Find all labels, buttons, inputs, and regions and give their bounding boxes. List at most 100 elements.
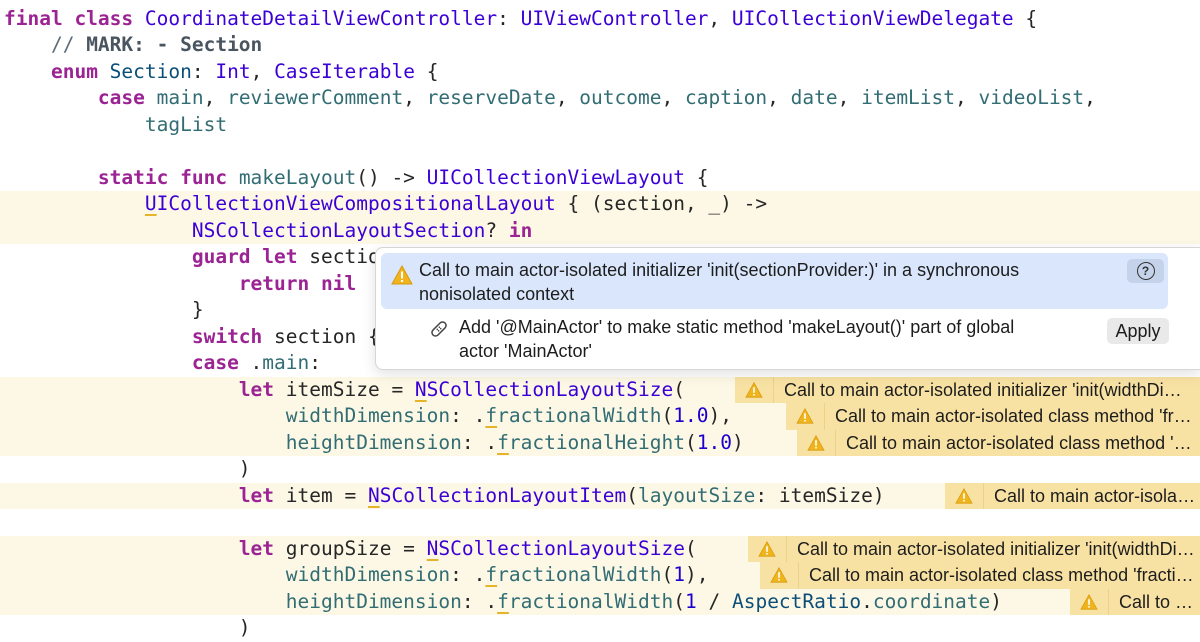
code-line[interactable]: widthDimension: .fractionalWidth(1), Call… — [0, 562, 1200, 589]
code-line[interactable]: let item = NSCollectionLayoutItem(layout… — [0, 482, 1200, 509]
code-token: () -> — [356, 165, 427, 189]
code-token: case — [97, 86, 157, 109]
code-token: ( — [626, 483, 639, 507]
inline-warning-annotation[interactable]: Call to main actor-isolated initializer … — [748, 535, 1200, 562]
code-line[interactable]: ) — [0, 456, 1200, 483]
code-text: ) — [4, 456, 251, 483]
code-token: 1 — [673, 563, 685, 586]
code-text: ) — [4, 615, 251, 642]
code-token: , — [250, 59, 275, 83]
code-line[interactable]: let itemSize = NSCollectionLayoutSize( Ca… — [0, 376, 1200, 404]
code-token: ) — [4, 457, 251, 480]
code-token: N — [367, 483, 380, 507]
code-token: // — [4, 33, 87, 56]
apply-fix-button[interactable]: Apply — [1107, 318, 1169, 344]
code-line[interactable]: final class CoordinateDetailViewControll… — [0, 6, 1200, 33]
divider — [824, 403, 825, 430]
code-token: section { — [274, 324, 380, 348]
warning-icon — [945, 487, 983, 504]
code-token: main — [262, 351, 310, 374]
code-text: UICollectionViewCompositionalLayout { (s… — [4, 191, 767, 218]
inline-warning-annotation[interactable]: Call to main actor-isolated class method… — [797, 429, 1200, 456]
code-line[interactable]: enum Section: Int, CaseIterable { — [0, 59, 1200, 86]
code-line[interactable]: let groupSize = NSCollectionLayoutSize( C… — [0, 535, 1200, 563]
code-text: tagList — [4, 112, 227, 139]
inline-warning-annotation[interactable]: Call to main actor-isolated initializer … — [735, 376, 1200, 403]
code-token: : itemSize) — [755, 483, 885, 507]
inline-warning-annotation[interactable]: Call to main actor-isolated class method… — [760, 562, 1200, 589]
code-line[interactable]: ) — [0, 615, 1200, 642]
code-text: switch section { — [4, 324, 380, 351]
warning-message: Call to main actor-isolated class method… — [1119, 591, 1200, 612]
code-token: heightDimension — [285, 430, 462, 454]
code-token: ) — [4, 616, 251, 639]
inline-warning-annotation[interactable]: Call to main actor-isolated class method… — [786, 403, 1200, 430]
issue-message-line-1: Call to main actor-isolated initializer … — [419, 260, 1020, 280]
code-token: tagList — [144, 112, 228, 136]
code-line[interactable]: NSCollectionLayoutSection? in — [0, 217, 1200, 244]
code-token: static func — [97, 165, 239, 189]
code-text: case .main: — [4, 350, 321, 377]
code-text: case main, reviewerComment, reserveDate,… — [4, 85, 1096, 112]
code-token: , — [837, 86, 862, 109]
code-line[interactable]: widthDimension: .fractionalWidth(1.0), Ca… — [0, 403, 1200, 430]
code-token: CaseIterable — [274, 59, 415, 83]
fix-it-bandage-icon — [429, 319, 449, 344]
code-token: itemSize = — [285, 377, 415, 401]
code-token: SCollectionLayoutItem — [379, 483, 627, 507]
code-text: // MARK: - Section — [4, 32, 262, 59]
inline-warning-annotation[interactable]: Call to main actor-isolated initializer … — [945, 482, 1200, 509]
divider — [786, 535, 787, 562]
code-token: final class — [4, 6, 145, 30]
code-token: ( — [684, 430, 697, 454]
code-line[interactable]: // MARK: - Section — [0, 32, 1200, 59]
code-text: widthDimension: .fractionalWidth(1), — [4, 562, 709, 589]
code-line[interactable]: heightDimension: .fractionalWidth(1 / As… — [0, 588, 1200, 615]
warning-icon — [391, 264, 413, 290]
code-line[interactable]: tagList — [0, 112, 1200, 139]
inline-warning-annotation[interactable]: Call to main actor-isolated class method… — [1070, 588, 1200, 615]
code-token: . — [250, 351, 263, 374]
code-token: ( — [661, 404, 674, 427]
code-token: { (section, _) -> — [555, 192, 768, 215]
code-token: ractionalWidth — [497, 404, 662, 427]
issue-message-line-2: nonisolated context — [419, 284, 575, 304]
code-token: : . — [461, 589, 498, 613]
code-token: videoList — [978, 86, 1085, 109]
code-token: f — [485, 563, 498, 586]
code-token: : — [497, 6, 521, 30]
code-token: caption — [684, 86, 768, 109]
code-token: in — [508, 218, 533, 242]
help-button[interactable]: ? — [1127, 259, 1164, 283]
divider — [773, 376, 774, 403]
code-token: : — [191, 59, 216, 83]
warning-icon — [748, 540, 786, 557]
code-token: AspectRatio — [731, 589, 862, 613]
code-token: ( — [673, 377, 685, 401]
code-line[interactable] — [0, 138, 1200, 165]
fix-it-row[interactable]: Add '@MainActor' to make static method '… — [381, 312, 1169, 364]
code-token: , — [955, 86, 979, 109]
code-token: , — [555, 86, 580, 109]
code-text: let groupSize = NSCollectionLayoutSize( — [4, 536, 697, 563]
issue-error-row[interactable]: Call to main actor-isolated initializer … — [381, 253, 1168, 309]
code-token: UICollectionViewLayout — [426, 165, 685, 189]
code-line[interactable]: UICollectionViewCompositionalLayout { (s… — [0, 191, 1200, 218]
warning-message: Call to main actor-isolated class method… — [846, 432, 1200, 453]
code-text: let itemSize = NSCollectionLayoutSize( — [4, 377, 685, 404]
code-line[interactable] — [0, 509, 1200, 536]
code-line[interactable]: case main, reviewerComment, reserveDate,… — [0, 85, 1200, 112]
code-token: N — [414, 377, 427, 401]
code-line[interactable]: heightDimension: .fractionalHeight(1.0) C… — [0, 429, 1200, 456]
code-token: widthDimension — [285, 563, 451, 586]
code-token: NSCollectionLayoutSection — [191, 218, 486, 242]
code-line[interactable]: static func makeLayout() -> UICollection… — [0, 165, 1200, 192]
